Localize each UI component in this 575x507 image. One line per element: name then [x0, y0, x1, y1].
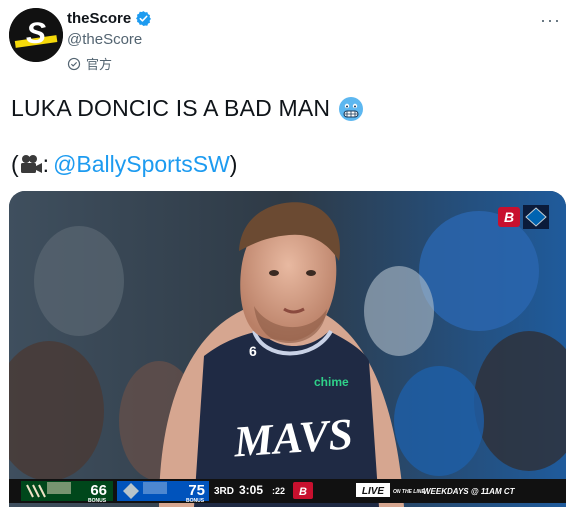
game-clock: 3:05 [239, 483, 263, 497]
account-handle[interactable]: @theScore [67, 31, 142, 48]
away-label: BONUS [88, 498, 107, 504]
scoreboard: 66 BONUS 75 BONUS 3RD 3:05 :22 B LIVE ON… [9, 479, 566, 504]
credit-separator: : [42, 151, 50, 177]
video-player[interactable]: 6 chime MAVS B 66 BONUS 75 BONUS 3RD 3:0… [9, 191, 566, 507]
movie-camera-icon [20, 154, 42, 173]
home-label: BONUS [186, 498, 205, 504]
quarter: 3RD [214, 486, 234, 497]
more-options-icon[interactable]: ··· [540, 10, 561, 31]
mention-link[interactable]: @BallySportsSW [53, 151, 230, 178]
shot-clock: :22 [272, 486, 285, 496]
affiliation-label: 官方 [67, 54, 112, 73]
jersey-sponsor: chime [314, 375, 349, 389]
check-circle-icon [67, 57, 81, 70]
network-letter: B [504, 209, 514, 225]
tweet-text: LUKA DONCIC IS A BAD MAN [11, 95, 364, 122]
display-name[interactable]: theScore [67, 10, 131, 27]
affiliation-text: 官方 [86, 57, 113, 72]
promo-live: LIVE [362, 486, 385, 497]
cold-face-emoji-icon [339, 96, 364, 121]
jersey-number: 6 [249, 343, 257, 359]
promo-time: WEEKDAYS @ 11AM CT [423, 487, 516, 496]
verified-badge-icon [136, 11, 152, 26]
credit-close-paren: ) [229, 151, 238, 177]
tweet-text-line: LUKA DONCIC IS A BAD MAN [11, 95, 331, 121]
jersey-text: MAVS [231, 409, 354, 466]
account-name[interactable]: theScore [67, 10, 152, 27]
home-score: 75 [188, 482, 205, 499]
away-score: 66 [90, 482, 107, 499]
network-bug: B [498, 205, 549, 229]
promo-on-the-line: ON THE LINE [393, 489, 425, 495]
avatar[interactable]: S [9, 8, 63, 62]
logo-letter: S [26, 17, 46, 50]
credit-open-paren: ( [11, 151, 19, 177]
network-bug-letter: B [299, 486, 307, 498]
tweet-credit: ( : @BallySportsSW ) [11, 151, 237, 178]
video-frame: 6 chime MAVS [9, 191, 566, 507]
